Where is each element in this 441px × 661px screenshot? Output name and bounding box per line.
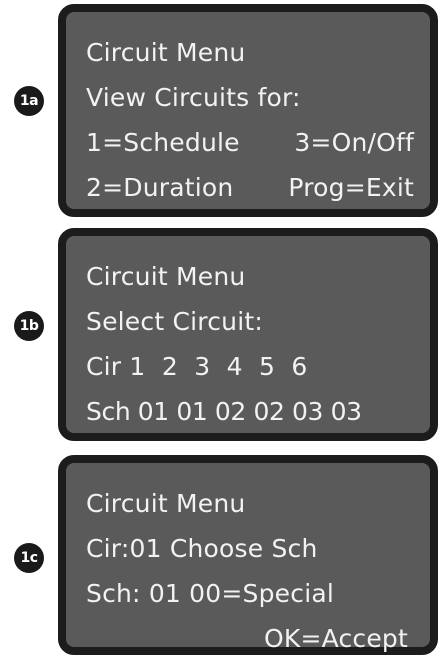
option-prog-exit: Prog=Exit bbox=[288, 173, 414, 202]
step-badge-1c: 1c bbox=[14, 543, 44, 573]
lcd-screen-1c: Circuit Menu Cir:01 Choose Sch Sch: 01 0… bbox=[58, 455, 438, 655]
ok-accept-hint: OK=Accept bbox=[263, 624, 408, 653]
circuit-choose-schedule: Cir:01 Choose Sch bbox=[86, 534, 318, 563]
option-on-off: 3=On/Off bbox=[294, 128, 414, 157]
schedule-selection: Sch: 01 00=Special bbox=[86, 579, 335, 608]
step-badge-1a: 1a bbox=[14, 86, 44, 116]
option-duration: 2=Duration bbox=[86, 173, 234, 202]
menu-options-row-1: 1=Schedule 3=On/Off bbox=[86, 120, 418, 165]
lcd-screen-1b: Circuit Menu Select Circuit: Cir 1 2 3 4… bbox=[58, 228, 438, 441]
screen-prompt: View Circuits for: bbox=[86, 83, 301, 112]
step-badge-1b: 1b bbox=[14, 311, 44, 341]
menu-options-row-2: 2=Duration Prog=Exit bbox=[86, 165, 418, 210]
screen-prompt: Select Circuit: bbox=[86, 307, 263, 336]
screen-title: Circuit Menu bbox=[86, 38, 246, 67]
screen-title: Circuit Menu bbox=[86, 262, 246, 291]
schedule-assignments-row: Sch 01 01 02 02 03 03 bbox=[86, 397, 362, 426]
lcd-screen-1a: Circuit Menu View Circuits for: 1=Schedu… bbox=[58, 4, 438, 217]
screen-title: Circuit Menu bbox=[86, 489, 246, 518]
option-schedule: 1=Schedule bbox=[86, 128, 240, 157]
circuit-numbers-row: Cir 1 2 3 4 5 6 bbox=[86, 352, 308, 381]
